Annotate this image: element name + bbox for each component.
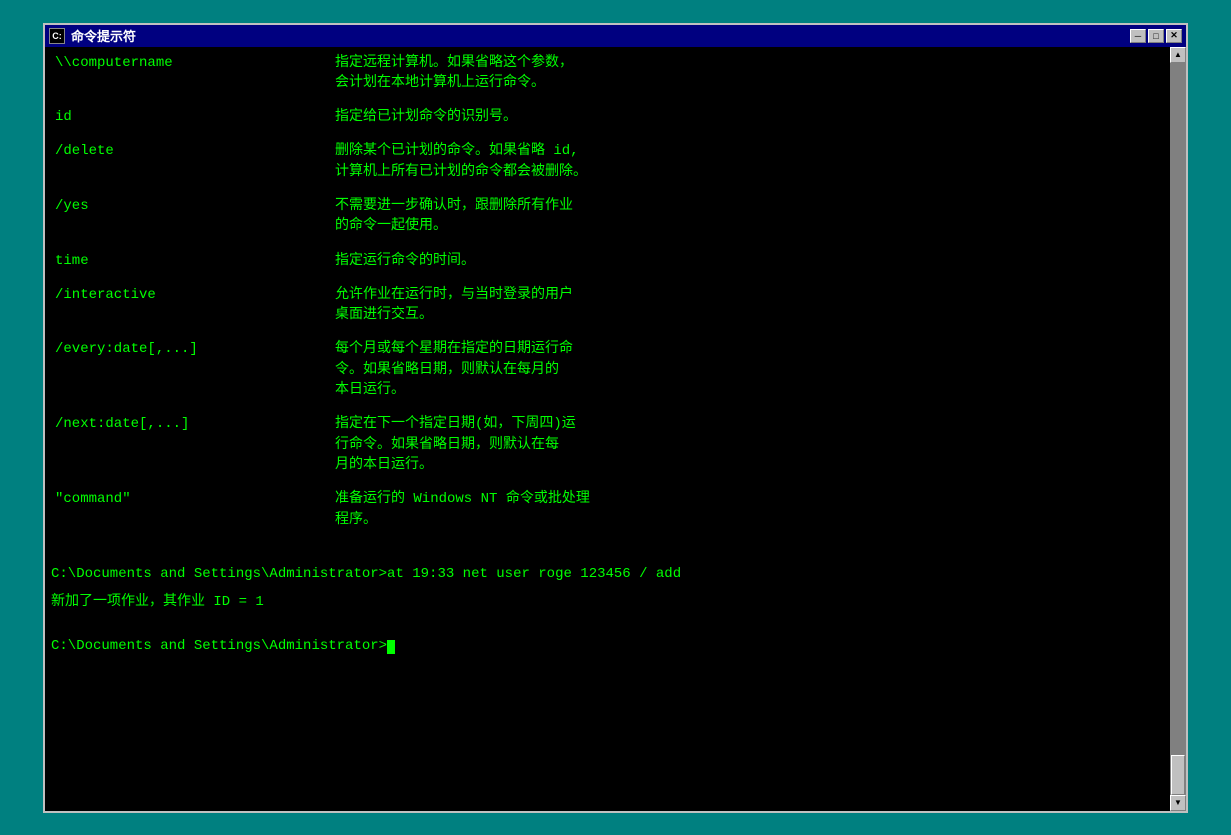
prompt-text: C:\Documents and Settings\Administrator> xyxy=(51,638,387,654)
table-row: /delete 删除某个已计划的命令。如果省略 id,计算机上所有已计划的命令都… xyxy=(51,139,1164,184)
spacer xyxy=(51,532,1164,556)
table-row: "command" 准备运行的 Windows NT 命令或批处理程序。 xyxy=(51,487,1164,532)
title-bar-text: C: 命令提示符 xyxy=(49,26,136,45)
blank-row xyxy=(51,477,1164,487)
current-prompt: C:\Documents and Settings\Administrator> xyxy=(51,636,1164,656)
maximize-button[interactable]: □ xyxy=(1148,29,1164,43)
desc-cell: 允许作业在运行时，与当时登录的用户桌面进行交互。 xyxy=(331,283,1164,328)
desc-cell: 指定在下一个指定日期(如，下周四)运行命令。如果省略日期，则默认在每月的本日运行… xyxy=(331,412,1164,477)
param-cell: id xyxy=(51,105,331,129)
scroll-up-button[interactable]: ▲ xyxy=(1170,47,1186,63)
desc-cell: 每个月或每个星期在指定的日期运行命令。如果省略日期，则默认在每月的本日运行。 xyxy=(331,337,1164,402)
scroll-down-button[interactable]: ▼ xyxy=(1170,795,1186,811)
param-cell: time xyxy=(51,249,331,273)
response-line: 新加了一项作业，其作业 ID = 1 xyxy=(51,592,1164,612)
title-bar-buttons: ─ □ ✕ xyxy=(1130,29,1182,43)
scroll-thumb[interactable] xyxy=(1171,755,1185,795)
terminal-content[interactable]: \\computername 指定远程计算机。如果省略这个参数，会计划在本地计算… xyxy=(45,47,1170,811)
blank-row xyxy=(51,129,1164,139)
param-cell: /interactive xyxy=(51,283,331,328)
param-cell: /next:date[,...] xyxy=(51,412,331,477)
blank-row xyxy=(51,239,1164,249)
command-line: C:\Documents and Settings\Administrator>… xyxy=(51,564,1164,584)
window-title: 命令提示符 xyxy=(71,26,136,45)
table-row: /every:date[,...] 每个月或每个星期在指定的日期运行命令。如果省… xyxy=(51,337,1164,402)
table-row: /next:date[,...] 指定在下一个指定日期(如，下周四)运行命令。如… xyxy=(51,412,1164,477)
blank-row xyxy=(51,327,1164,337)
param-cell: /yes xyxy=(51,194,331,239)
response-text: 新加了一项作业，其作业 ID = 1 xyxy=(51,594,264,610)
window-icon: C: xyxy=(49,28,65,44)
terminal-container: \\computername 指定远程计算机。如果省略这个参数，会计划在本地计算… xyxy=(45,47,1186,811)
scrollbar[interactable]: ▲ ▼ xyxy=(1170,47,1186,811)
param-cell: \\computername xyxy=(51,51,331,96)
cursor xyxy=(387,640,395,654)
command-table: \\computername 指定远程计算机。如果省略这个参数，会计划在本地计算… xyxy=(51,51,1164,532)
blank-row xyxy=(51,273,1164,283)
param-cell: /delete xyxy=(51,139,331,184)
close-button[interactable]: ✕ xyxy=(1166,29,1182,43)
table-row: time 指定运行命令的时间。 xyxy=(51,249,1164,273)
spacer2 xyxy=(51,612,1164,628)
param-cell: "command" xyxy=(51,487,331,532)
table-row: /yes 不需要进一步确认时，跟删除所有作业的命令一起使用。 xyxy=(51,194,1164,239)
title-bar: C: 命令提示符 ─ □ ✕ xyxy=(45,25,1186,47)
table-row: /interactive 允许作业在运行时，与当时登录的用户桌面进行交互。 xyxy=(51,283,1164,328)
cmd-window: C: 命令提示符 ─ □ ✕ \\computername 指定远程计算机。如果… xyxy=(43,23,1188,813)
scroll-track[interactable] xyxy=(1170,63,1186,795)
desc-cell: 不需要进一步确认时，跟删除所有作业的命令一起使用。 xyxy=(331,194,1164,239)
minimize-button[interactable]: ─ xyxy=(1130,29,1146,43)
blank-row xyxy=(51,95,1164,105)
desc-cell: 删除某个已计划的命令。如果省略 id,计算机上所有已计划的命令都会被删除。 xyxy=(331,139,1164,184)
table-row: \\computername 指定远程计算机。如果省略这个参数，会计划在本地计算… xyxy=(51,51,1164,96)
param-cell: /every:date[,...] xyxy=(51,337,331,402)
command-text: C:\Documents and Settings\Administrator>… xyxy=(51,566,681,582)
blank-row xyxy=(51,402,1164,412)
desc-cell: 准备运行的 Windows NT 命令或批处理程序。 xyxy=(331,487,1164,532)
desc-cell: 指定给已计划命令的识别号。 xyxy=(331,105,1164,129)
desc-cell: 指定远程计算机。如果省略这个参数，会计划在本地计算机上运行命令。 xyxy=(331,51,1164,96)
desc-cell: 指定运行命令的时间。 xyxy=(331,249,1164,273)
blank-row xyxy=(51,184,1164,194)
table-row: id 指定给已计划命令的识别号。 xyxy=(51,105,1164,129)
